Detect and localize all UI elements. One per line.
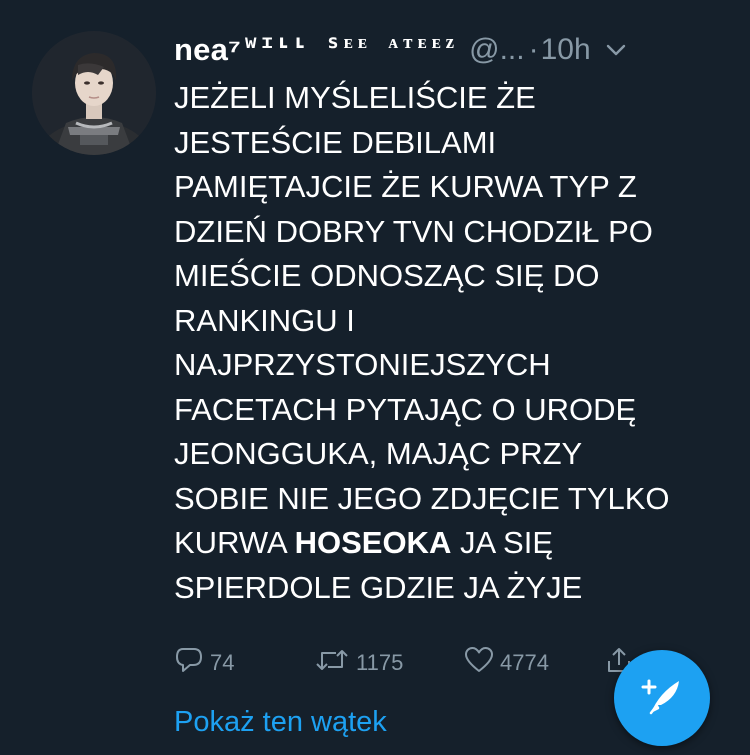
user-handle[interactable]: @... — [469, 33, 524, 67]
retweet-button[interactable]: 1175 — [314, 644, 403, 682]
like-button[interactable]: 4774 — [464, 644, 549, 682]
compose-tweet-button[interactable] — [614, 650, 710, 746]
heart-icon — [464, 645, 500, 681]
reply-icon — [174, 645, 210, 681]
display-name-decoration: wɪʟʟ sᴇᴇ ᴀᴛᴇᴇᴢ — [245, 30, 460, 53]
avatar[interactable] — [32, 31, 156, 155]
timestamp[interactable]: 10h — [541, 33, 591, 67]
tweet-text-part: JEŻELI MYŚLELIŚCIE ŻE JESTEŚCIE DEBILAMI… — [174, 80, 670, 560]
retweet-icon — [314, 645, 356, 681]
reply-button[interactable]: 74 — [174, 644, 234, 682]
compose-tweet-icon — [637, 671, 687, 726]
show-thread-link[interactable]: Pokaż ten wątek — [174, 706, 387, 739]
tweet-text: JEŻELI MYŚLELIŚCIE ŻE JESTEŚCIE DEBILAMI… — [174, 76, 734, 610]
tweet-actions: 74 1175 4774 — [174, 644, 644, 684]
retweet-count: 1175 — [356, 650, 404, 675]
like-count: 4774 — [500, 650, 549, 675]
tweet[interactable]: nea⁷ wɪʟʟ sᴇᴇ ᴀᴛᴇᴇᴢ @... · 10h JEŻELI MY… — [0, 0, 750, 755]
tweet-header: nea⁷ wɪʟʟ sᴇᴇ ᴀᴛᴇᴇᴢ @... · 10h — [174, 28, 724, 72]
separator-dot: · — [528, 33, 539, 66]
display-name[interactable]: nea⁷ — [174, 32, 241, 68]
chevron-down-icon[interactable] — [605, 39, 627, 61]
reply-count: 74 — [210, 650, 235, 675]
tweet-text-bold: HOSEOKA — [294, 525, 452, 560]
